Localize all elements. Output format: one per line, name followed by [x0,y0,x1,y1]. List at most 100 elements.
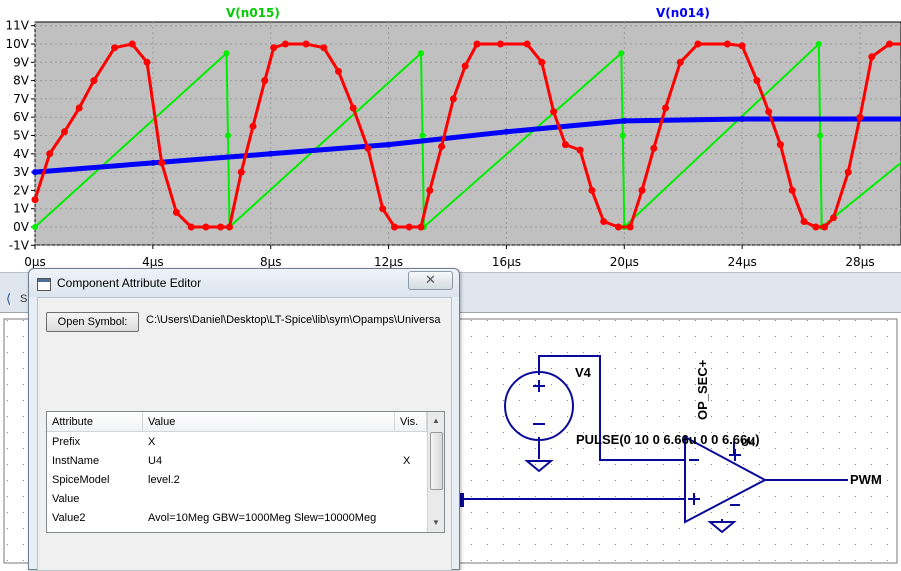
attribute-value-cell[interactable]: Avol=10Meg GBW=1000Meg Slew=10000Meg [148,509,376,528]
attribute-name-cell[interactable]: InstName [52,452,99,471]
attribute-value-cell[interactable]: U4 [148,452,162,471]
attribute-row[interactable]: SpiceModel level.2 [47,471,427,490]
data-point [158,159,166,167]
data-point [588,186,596,194]
dialog-titlebar[interactable]: Component Attribute Editor ✕ [29,269,459,297]
attribute-name-cell[interactable]: SpiceModel [52,471,109,490]
data-point [788,186,796,194]
data-point [503,128,510,135]
data-point [32,169,38,176]
data-point [765,108,773,116]
open-symbol-button[interactable]: Open Symbol: [46,312,139,332]
data-point [172,208,180,216]
y-tick-label: 11V [6,19,30,33]
column-header-value[interactable]: Value [143,412,395,432]
trace-label-vn014[interactable]: V(n014) [656,6,710,20]
data-point [111,44,119,52]
y-tick-label: 0V [13,220,30,234]
component-attribute-editor-dialog: Component Attribute Editor ✕ Open Symbol… [28,268,460,571]
symbol-path-text: C:\Users\Daniel\Desktop\LT-Spice\lib\sym… [146,314,441,326]
data-point [226,223,233,231]
data-point [75,104,83,112]
data-point [202,223,210,231]
y-tick-label: 5V [13,129,30,143]
data-point [614,223,622,231]
y-tick-label: 8V [13,74,30,88]
data-point [523,40,531,48]
x-tick-label: 0µs [24,255,46,269]
data-point [821,223,829,231]
data-point [364,144,372,152]
data-point [576,146,584,154]
source-name-label[interactable]: V4 [575,365,591,380]
attribute-name-cell[interactable]: Value [52,490,79,509]
data-point [31,196,39,204]
source-value-label[interactable]: PULSE(0 10 0 6.66u 0 0 6.66u) [576,432,760,447]
x-tick-label: 24µs [728,255,757,269]
data-point [868,53,876,61]
data-point [538,58,546,66]
data-point [739,116,746,122]
data-point [723,40,731,48]
data-point [385,141,392,148]
data-point [225,132,231,139]
y-tick-label: 10V [6,37,30,51]
close-button[interactable]: ✕ [408,271,453,290]
trace-label-vn015[interactable]: V(n015) [226,6,280,20]
data-point [619,132,626,139]
y-tick-label: 9V [13,55,30,69]
data-point [149,159,156,166]
attribute-row[interactable]: Value2 Avol=10Meg GBW=1000Meg Slew=10000M… [47,509,427,528]
data-point [267,150,274,157]
x-tick-label: 4µs [142,255,164,269]
data-point [391,223,398,231]
y-tick-label: 3V [13,165,30,179]
attribute-vis-cell[interactable]: X [403,452,410,471]
waveform-plot[interactable]: 11V 10V 9V 8V 7V 6V 5V 4V 3V 2V 1V 0V -1V 0µs 4µs 8µs 12… [0,0,901,272]
window-icon [37,278,51,291]
data-point [249,122,257,130]
data-point [550,108,558,116]
attribute-name-cell[interactable]: Value2 [52,509,85,528]
waveform-plot-pane[interactable]: 11V 10V 9V 8V 7V 6V 5V 4V 3V 2V 1V 0V -1V 0µs 4µs 8µs 12… [0,0,901,272]
dialog-title: Component Attribute Editor [57,276,202,290]
table-scrollbar[interactable]: ▲ ▼ [427,412,444,532]
schematic-tab-label[interactable]: S [20,293,27,305]
y-tick-label: 1V [13,202,30,216]
data-point [320,44,328,52]
data-point [237,168,245,176]
output-net-label[interactable]: PWM [850,472,882,487]
attribute-value-cell[interactable]: level.2 [148,471,180,490]
data-point [650,144,658,152]
y-tick-label: 7V [13,92,30,106]
x-tick-label: 12µs [374,255,403,269]
attribute-row[interactable]: InstName U4 X [47,452,427,471]
attribute-row[interactable]: Value [47,490,427,509]
dialog-body: Open Symbol: C:\Users\Daniel\Desktop\LT-… [37,297,452,571]
schematic-tab-icon[interactable]: ⟨ [6,291,11,307]
opamp-name-label[interactable]: U4 [741,437,755,449]
data-point [281,40,289,48]
data-point [812,223,820,231]
data-point [128,40,136,48]
data-point [618,50,625,57]
data-point [405,223,413,231]
data-point [426,186,434,194]
column-header-vis[interactable]: Vis. [395,412,427,432]
scroll-up-icon[interactable]: ▲ [428,414,444,428]
data-point [676,58,684,66]
data-point [626,223,634,231]
attribute-value-cell[interactable]: X [148,433,155,452]
data-point [461,62,469,70]
data-point [561,141,569,149]
supply-net-label[interactable]: OP_SEC+ [695,360,710,420]
scroll-down-icon[interactable]: ▼ [428,516,444,530]
data-point [438,143,446,150]
scrollbar-thumb[interactable] [430,432,443,490]
column-header-attribute[interactable]: Attribute [47,412,143,432]
data-point [90,77,98,85]
data-point [473,40,481,48]
data-point [419,132,426,139]
attribute-name-cell[interactable]: Prefix [52,433,80,452]
attribute-row[interactable]: Prefix X [47,433,427,452]
